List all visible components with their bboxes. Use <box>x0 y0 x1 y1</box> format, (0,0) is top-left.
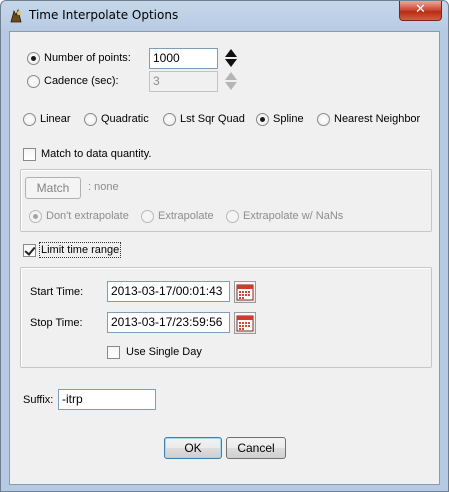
dialog-window: Time Interpolate Options ✕ Number of poi… <box>0 0 449 492</box>
radio-method-spline[interactable] <box>256 113 269 126</box>
stop-time-field[interactable]: 2013-03-17/23:59:56 <box>107 312 230 333</box>
radio-extrapolate[interactable] <box>141 210 154 223</box>
radio-method-lst-sqr-quad[interactable] <box>163 113 176 126</box>
cadence-label: Cadence (sec): <box>44 75 119 87</box>
radio-cadence[interactable] <box>27 75 40 88</box>
number-of-points-label: Number of points: <box>44 52 131 64</box>
stop-time-calendar-button[interactable] <box>234 312 256 334</box>
radio-method-linear[interactable] <box>23 113 36 126</box>
spin-up-icon[interactable] <box>223 71 239 81</box>
method-lst-sqr-quad-label: Lst Sqr Quad <box>180 113 245 125</box>
use-single-day-label: Use Single Day <box>126 346 202 358</box>
start-time-label: Start Time: <box>30 286 84 298</box>
method-nearest-neighbor-label: Nearest Neighbor <box>334 113 421 125</box>
ok-button[interactable]: OK <box>164 437 222 459</box>
dont-extrapolate-label: Don't extrapolate <box>46 210 129 222</box>
limit-time-range-label: Limit time range <box>38 242 122 258</box>
match-data-label: Match to data quantity. <box>41 148 152 160</box>
calendar-icon <box>236 315 254 332</box>
limit-time-range-checkbox[interactable] <box>23 244 36 257</box>
spin-down-icon[interactable] <box>223 81 239 91</box>
radio-method-nearest-neighbor[interactable] <box>317 113 330 126</box>
number-of-points-field[interactable]: 1000 <box>149 48 218 69</box>
close-icon: ✕ <box>415 2 426 17</box>
match-data-checkbox[interactable] <box>23 148 36 161</box>
suffix-label: Suffix: <box>23 394 54 406</box>
start-time-calendar-button[interactable] <box>234 281 256 303</box>
cancel-button[interactable]: Cancel <box>226 437 286 459</box>
match-groupbox: Match : none Don't extrapolate Extrapola… <box>20 169 432 232</box>
spin-down-icon[interactable] <box>223 58 239 68</box>
method-quadratic-label: Quadratic <box>101 113 149 125</box>
cadence-spinner[interactable] <box>223 71 239 91</box>
use-single-day-checkbox[interactable] <box>107 346 120 359</box>
title-bar[interactable]: Time Interpolate Options ✕ <box>1 1 448 31</box>
match-button[interactable]: Match <box>25 177 81 199</box>
window-title: Time Interpolate Options <box>29 8 179 22</box>
time-range-groupbox: Start Time: 2013-03-17/00:01:43 Stop Tim… <box>20 267 432 368</box>
calendar-icon <box>236 284 254 301</box>
number-of-points-spinner[interactable] <box>223 48 239 68</box>
start-time-field[interactable]: 2013-03-17/00:01:43 <box>107 281 230 302</box>
stop-time-label: Stop Time: <box>30 317 83 329</box>
method-spline-label: Spline <box>273 113 304 125</box>
radio-method-quadratic[interactable] <box>84 113 97 126</box>
extrapolate-label: Extrapolate <box>158 210 214 222</box>
dialog-client-area: Number of points: 1000 Cadence (sec): 3 … <box>9 31 440 485</box>
spin-up-icon[interactable] <box>223 48 239 58</box>
radio-number-of-points[interactable] <box>27 52 40 65</box>
app-icon <box>8 8 24 24</box>
cadence-field[interactable]: 3 <box>149 71 218 92</box>
match-value: : none <box>88 181 119 193</box>
radio-extrapolate-nans[interactable] <box>226 210 239 223</box>
close-button[interactable]: ✕ <box>399 1 442 21</box>
extrapolate-nans-label: Extrapolate w/ NaNs <box>243 210 344 222</box>
method-linear-label: Linear <box>40 113 71 125</box>
suffix-field[interactable]: -itrp <box>58 389 156 410</box>
radio-dont-extrapolate[interactable] <box>29 210 42 223</box>
